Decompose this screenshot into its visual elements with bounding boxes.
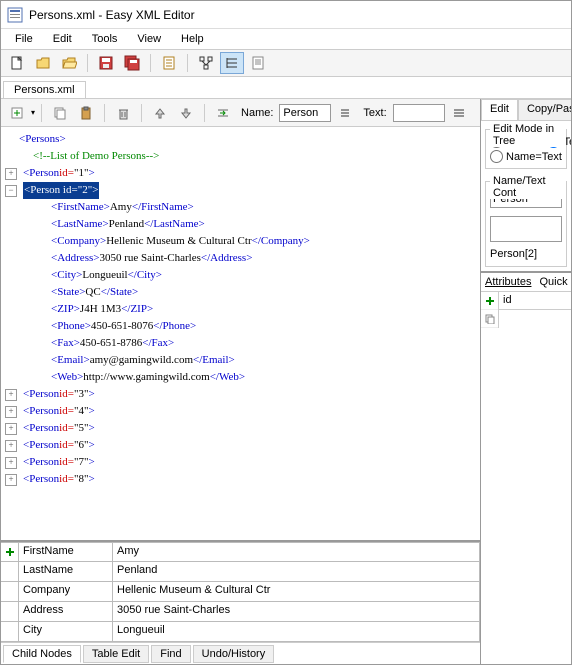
expander-icon[interactable]: + bbox=[5, 474, 17, 486]
document-button[interactable] bbox=[157, 52, 181, 74]
indent-button[interactable] bbox=[211, 102, 235, 124]
attributes-header: Attributes Quick bbox=[481, 271, 571, 292]
expander-icon[interactable]: + bbox=[5, 389, 17, 401]
menu-file[interactable]: File bbox=[5, 31, 43, 47]
right-tabs: Edit Copy/Paste bbox=[481, 99, 571, 121]
text-view-button[interactable] bbox=[246, 52, 270, 74]
save-button[interactable] bbox=[94, 52, 118, 74]
table-row[interactable]: CityLongueuil bbox=[1, 622, 480, 642]
tree-toolbar: ▾ Name: Text: bbox=[1, 99, 480, 127]
text-label: Text: bbox=[359, 107, 390, 119]
tab-find[interactable]: Find bbox=[151, 645, 190, 663]
open-file-button[interactable] bbox=[31, 52, 55, 74]
attr-row[interactable]: id bbox=[499, 292, 571, 310]
open-folder-button[interactable] bbox=[57, 52, 81, 74]
app-icon bbox=[7, 7, 23, 23]
name-input[interactable] bbox=[279, 104, 331, 122]
main-toolbar bbox=[1, 49, 571, 77]
quick-tab[interactable]: Quick bbox=[539, 276, 567, 288]
text-input[interactable] bbox=[393, 104, 445, 122]
menu-view[interactable]: View bbox=[127, 31, 171, 47]
list-view-button[interactable] bbox=[220, 52, 244, 74]
add-node-button[interactable] bbox=[5, 102, 29, 124]
expander-icon[interactable]: + bbox=[5, 406, 17, 418]
edit-mode-box: Edit Mode in Tree Name Te Name=Text bbox=[485, 129, 567, 169]
tab-child-nodes[interactable]: Child Nodes bbox=[3, 645, 81, 663]
copy-button[interactable] bbox=[48, 102, 72, 124]
expander-icon[interactable]: + bbox=[5, 440, 17, 452]
table-row[interactable]: LastNamePenland bbox=[1, 562, 480, 582]
tab-undo-history[interactable]: Undo/History bbox=[193, 645, 275, 663]
move-up-button[interactable] bbox=[148, 102, 172, 124]
radio-nametext[interactable] bbox=[490, 150, 503, 163]
menu-edit[interactable]: Edit bbox=[43, 31, 82, 47]
menu-tools[interactable]: Tools bbox=[82, 31, 128, 47]
table-row[interactable]: Address3050 rue Saint-Charles bbox=[1, 602, 480, 622]
plus-icon[interactable] bbox=[5, 547, 15, 557]
file-tabs: Persons.xml bbox=[1, 77, 571, 99]
table-row[interactable]: CompanyHellenic Museum & Cultural Ctr bbox=[1, 582, 480, 602]
file-tab-persons[interactable]: Persons.xml bbox=[3, 81, 86, 98]
name-label: Name: bbox=[237, 107, 277, 119]
bottom-tabs: Child Nodes Table Edit Find Undo/History bbox=[1, 642, 480, 664]
tab-copy-paste[interactable]: Copy/Paste bbox=[518, 99, 571, 120]
expander-icon[interactable]: − bbox=[5, 185, 17, 197]
align-button[interactable] bbox=[447, 102, 471, 124]
window-title: Persons.xml - Easy XML Editor bbox=[29, 8, 195, 22]
delete-button[interactable] bbox=[111, 102, 135, 124]
menu-help[interactable]: Help bbox=[171, 31, 214, 47]
expander-icon[interactable]: + bbox=[5, 457, 17, 469]
menubar: File Edit Tools View Help bbox=[1, 29, 571, 49]
copy-attr-button[interactable] bbox=[481, 310, 498, 328]
paste-button[interactable] bbox=[74, 102, 98, 124]
xml-tree[interactable]: <Persons> <!--List of Demo Persons--> +<… bbox=[1, 127, 480, 540]
table-row[interactable]: FirstNameAmy bbox=[1, 542, 480, 562]
tab-edit[interactable]: Edit bbox=[481, 99, 518, 120]
child-nodes-grid: FirstNameAmy LastNamePenland CompanyHell… bbox=[1, 540, 480, 642]
attributes-tab[interactable]: Attributes bbox=[485, 276, 531, 288]
new-file-button[interactable] bbox=[5, 52, 29, 74]
move-down-button[interactable] bbox=[174, 102, 198, 124]
titlebar: Persons.xml - Easy XML Editor bbox=[1, 1, 571, 29]
path-label: Person[2] bbox=[490, 246, 562, 262]
selected-node[interactable]: <Person id="2"> bbox=[23, 182, 99, 199]
name-text-box: Name/Text Cont Person[2] bbox=[485, 181, 567, 267]
list-icon[interactable] bbox=[333, 102, 357, 124]
expander-icon[interactable]: + bbox=[5, 168, 17, 180]
expander-icon[interactable]: + bbox=[5, 423, 17, 435]
tab-table-edit[interactable]: Table Edit bbox=[83, 645, 149, 663]
add-attr-button[interactable] bbox=[481, 292, 498, 310]
attributes-table: id bbox=[481, 292, 571, 328]
tree-view-button[interactable] bbox=[194, 52, 218, 74]
save-all-button[interactable] bbox=[120, 52, 144, 74]
text-field[interactable] bbox=[490, 216, 562, 242]
